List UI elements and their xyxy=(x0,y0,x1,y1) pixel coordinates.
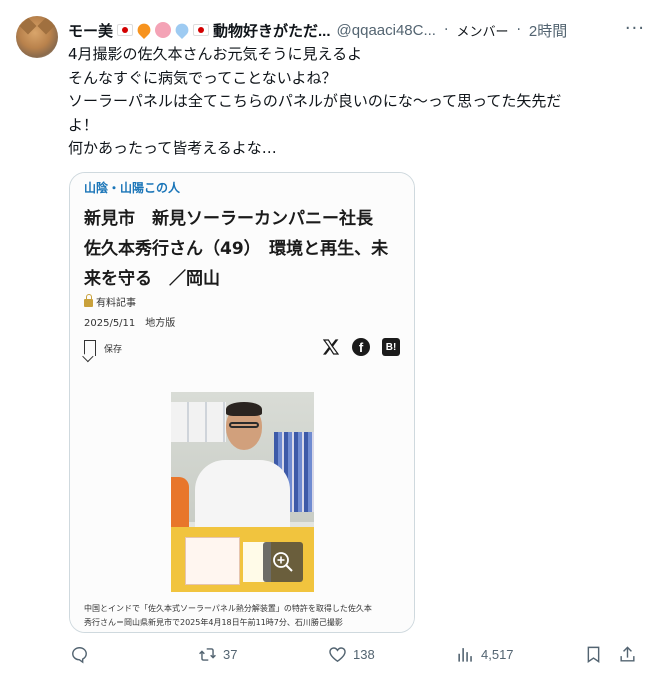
orange-heart-icon xyxy=(134,20,154,40)
japan-flag-icon xyxy=(117,24,134,36)
article-date: 2025/5/11 地方版 xyxy=(84,318,176,329)
headline-line: 新見市 新見ソーラーカンパニー社長 xyxy=(84,209,373,229)
retweet-icon xyxy=(199,648,216,661)
japan-flag-icon xyxy=(193,24,210,36)
heart-icon xyxy=(329,647,346,663)
x-logo-icon[interactable] xyxy=(322,338,340,356)
reply-button[interactable] xyxy=(70,645,95,664)
tweet-actions: 37 138 4,517 xyxy=(70,645,649,671)
tweet-text-line: 何かあったって皆考えるよな… xyxy=(68,139,277,157)
article-card[interactable]: 山陰・山陽この人 新見市 新見ソーラーカンパニー社長 佐久本秀行さん（49） 環… xyxy=(69,172,415,633)
article-headline[interactable]: 新見市 新見ソーラーカンパニー社長 佐久本秀行さん（49） 環境と再生、未 来を… xyxy=(84,204,406,294)
name-emojis xyxy=(117,20,210,40)
member-label: メンバー xyxy=(456,23,509,39)
zoom-in-button[interactable] xyxy=(263,542,303,582)
paid-article-label: 有料記事 xyxy=(96,298,136,309)
user-handle[interactable]: @qqaaci48C... xyxy=(337,22,436,39)
retweet-button[interactable]: 37 xyxy=(198,645,237,664)
share-icon xyxy=(620,646,635,662)
caption-line: 中国とインドで「佐久本式ソーラーパネル熱分解装置」の特許を取得した佐久本 xyxy=(84,604,372,613)
avatar[interactable] xyxy=(16,16,58,58)
bookmark-icon xyxy=(84,340,96,356)
separator-dot: · xyxy=(443,22,449,38)
like-button[interactable]: 138 xyxy=(328,645,375,664)
more-options-icon[interactable]: ··· xyxy=(625,18,645,39)
timestamp[interactable]: 2時間 xyxy=(529,20,567,41)
tweet-text-line: よ！ xyxy=(68,115,99,134)
photo-caption: 中国とインドで「佐久本式ソーラーパネル熱分解装置」の特許を取得した佐久本 秀行さ… xyxy=(84,602,406,630)
like-count: 138 xyxy=(353,647,375,662)
tweet-text-line: 4月撮影の佐久本さんお元気そうに見えるよ xyxy=(68,45,363,63)
views-count: 4,517 xyxy=(481,647,514,662)
retweet-count: 37 xyxy=(223,647,238,662)
views-chart-icon xyxy=(458,648,472,662)
display-name[interactable]: モー美 xyxy=(68,20,113,41)
save-label: 保存 xyxy=(104,344,123,355)
bookmark-button[interactable] xyxy=(584,645,603,664)
reply-icon xyxy=(72,647,87,664)
share-icons: f B! xyxy=(322,338,400,356)
lock-icon xyxy=(84,294,93,307)
paid-article-badge: 有料記事 xyxy=(84,294,136,309)
separator-dot: · xyxy=(516,22,521,38)
article-kicker[interactable]: 山陰・山陽この人 xyxy=(84,179,180,196)
caption-line: 秀行さん＝岡山県新見市で2025年4月18日午前11時7分、石川勝己撮影 xyxy=(84,618,343,627)
tweet-text: 4月撮影の佐久本さんお元気そうに見えるよ そんなすぐに病気でってことないよね？ … xyxy=(68,43,628,161)
pig-face-icon xyxy=(155,22,172,38)
bookmark-icon xyxy=(587,646,600,663)
facebook-icon[interactable]: f xyxy=(352,338,370,356)
share-button[interactable] xyxy=(618,645,637,664)
tweet-text-line: ソーラーパネルは全てこちらのパネルが良いのにな〜って思ってた矢先だ xyxy=(68,92,562,110)
headline-line: 来を守る ／岡山 xyxy=(84,269,220,289)
tweet-text-line: そんなすぐに病気でってことないよね？ xyxy=(68,68,337,87)
tweet-header: モー美 動物好きがただ... @qqaaci48C... · メンバー · 2時… xyxy=(68,18,647,42)
headline-line: 佐久本秀行さん（49） 環境と再生、未 xyxy=(84,239,389,259)
save-button[interactable]: 保存 xyxy=(84,340,122,356)
article-card-body: 山陰・山陽この人 新見市 新見ソーラーカンパニー社長 佐久本秀行さん（49） 環… xyxy=(70,173,414,632)
views-button[interactable]: 4,517 xyxy=(456,645,514,664)
blue-heart-icon xyxy=(172,20,192,40)
zoom-in-icon xyxy=(273,552,293,572)
display-name-suffix[interactable]: 動物好きがただ... xyxy=(213,20,331,41)
hatena-bookmark-icon[interactable]: B! xyxy=(382,338,400,356)
